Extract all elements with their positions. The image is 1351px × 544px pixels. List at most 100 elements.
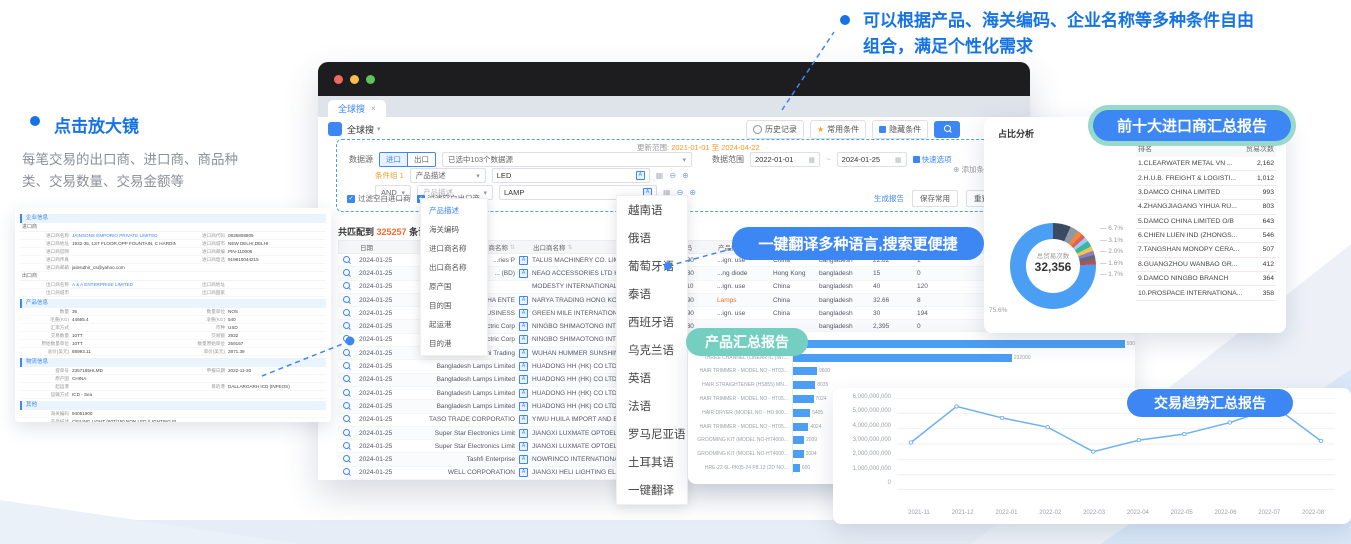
magnifier-icon[interactable] [338, 256, 356, 265]
translate-icon[interactable]: A [519, 468, 528, 477]
generate-report-link[interactable]: 生成报告 [874, 193, 904, 204]
cell-importer[interactable]: Bangladesh Lamps Limited [414, 390, 516, 397]
field-menu-item[interactable]: 目的港 [421, 334, 487, 353]
cell-importer[interactable]: WELL CORPORATION [414, 469, 516, 476]
translate-icon[interactable]: A [519, 415, 528, 424]
quick-options-link[interactable]: 快速选项 [913, 154, 952, 165]
field-menu-item[interactable]: 产品描述 [421, 201, 487, 220]
magnifier-icon[interactable] [338, 309, 356, 318]
magnifier-icon[interactable] [338, 296, 356, 305]
magnifier-icon[interactable] [338, 402, 356, 411]
magnifier-icon[interactable] [338, 389, 356, 398]
magnifier-icon[interactable] [338, 349, 356, 358]
magnifier-icon[interactable] [338, 362, 356, 371]
add-condition-icon[interactable]: ⊕ [682, 171, 689, 180]
cell-importer[interactable]: Bangladesh Lamps Limited [414, 363, 516, 370]
sort-icon[interactable]: ⇅ [510, 244, 515, 251]
filter-blank-importer-checkbox[interactable]: ✓ 过滤空白进口商 [347, 193, 411, 204]
translate-icon[interactable]: A [519, 296, 528, 305]
import-export-toggle[interactable]: 进口 出口 [379, 152, 436, 167]
bar[interactable] [793, 395, 814, 403]
field-menu-item[interactable]: 原产国 [421, 277, 487, 296]
date-to-input[interactable]: 2024-01-25 ▦ [837, 152, 907, 167]
bar[interactable] [793, 354, 1012, 362]
datasource-select[interactable]: 已选中103个数据源 ▾ [442, 152, 692, 167]
keyword-input-1[interactable]: LED A [492, 168, 650, 183]
magnifier-icon[interactable] [338, 429, 356, 438]
language-menu-item[interactable]: 一键翻译 [617, 476, 687, 504]
tab-close-icon[interactable]: × [371, 104, 376, 113]
field-menu-item[interactable]: 海关编码 [421, 220, 487, 239]
field-menu-item[interactable]: 起运港 [421, 315, 487, 334]
cell-importer[interactable]: TASO TRADE CORPORATIO [414, 416, 516, 423]
translate-icon[interactable]: A [519, 389, 528, 398]
language-menu-item[interactable]: 俄语 [617, 224, 687, 252]
bar[interactable] [793, 367, 817, 375]
language-menu-item[interactable]: 葡萄牙语 [617, 252, 687, 280]
magnifier-icon[interactable] [338, 269, 356, 278]
translate-icon[interactable]: A [519, 349, 528, 358]
translate-icon[interactable]: A [519, 309, 528, 318]
export-toggle[interactable]: 出口 [407, 153, 435, 166]
magnifier-icon[interactable] [338, 415, 356, 424]
favorites-button[interactable]: ★ 常用条件 [810, 120, 866, 139]
save-favorite-button[interactable]: 保存常用 [912, 190, 958, 207]
magnifier-icon[interactable] [338, 375, 356, 384]
date-from-input[interactable]: 2022-01-01 ▦ [750, 152, 820, 167]
magnifier-icon[interactable] [338, 468, 356, 477]
translate-icon[interactable]: A [519, 429, 528, 438]
translate-icon[interactable]: A [519, 335, 528, 344]
language-menu-item[interactable]: 英语 [617, 364, 687, 392]
magnifier-icon[interactable] [338, 442, 356, 451]
sort-icon[interactable]: ⇅ [568, 244, 573, 251]
translate-icon[interactable]: A [519, 455, 528, 464]
translate-icon[interactable]: A [519, 269, 528, 278]
grid-icon[interactable]: ▦ [656, 171, 664, 180]
magnifier-icon[interactable] [338, 455, 356, 464]
tab-global-search[interactable]: 全球搜 × [328, 100, 386, 117]
bar[interactable] [793, 340, 1125, 348]
magnifier-icon[interactable] [338, 335, 356, 344]
language-menu-item[interactable]: 法语 [617, 392, 687, 420]
field-menu-item[interactable]: 目的国 [421, 296, 487, 315]
field-menu-item[interactable]: 进口商名称 [421, 239, 487, 258]
search-button[interactable] [934, 121, 960, 138]
remove-condition-icon[interactable]: ⊖ [669, 171, 676, 180]
translate-icon[interactable]: A [519, 256, 528, 265]
bar[interactable] [793, 423, 808, 431]
hide-conditions-button[interactable]: 隐藏条件 [872, 120, 928, 139]
header-date[interactable]: 日期 [357, 242, 415, 252]
maximize-window-icon[interactable] [366, 75, 375, 84]
field-select-1[interactable]: 产品描述▾ [410, 168, 486, 183]
field-menu-item[interactable]: 出口商名称 [421, 258, 487, 277]
chevron-down-icon[interactable]: ▾ [377, 125, 381, 133]
translate-icon[interactable]: A [519, 375, 528, 384]
language-menu-item[interactable]: 西班牙语 [617, 308, 687, 336]
language-menu-item[interactable]: 越南语 [617, 196, 687, 224]
bar[interactable] [793, 409, 810, 417]
bar[interactable] [793, 381, 815, 389]
translate-icon[interactable]: A [519, 362, 528, 371]
translate-icon[interactable]: A [636, 171, 645, 180]
language-menu-item[interactable]: 土耳其语 [617, 448, 687, 476]
translate-icon[interactable]: A [519, 402, 528, 411]
translate-icon[interactable]: A [519, 322, 528, 331]
language-menu-item[interactable]: 乌克兰语 [617, 336, 687, 364]
magnifier-icon[interactable] [338, 282, 356, 291]
language-menu-item[interactable]: 罗马尼亚语 [617, 420, 687, 448]
cell-importer[interactable]: Bangladesh Lamps Limited [414, 403, 516, 410]
bar[interactable] [793, 464, 800, 472]
bar[interactable] [793, 450, 804, 458]
cell-importer[interactable]: Bangladesh Lamps Limited [414, 376, 516, 383]
close-window-icon[interactable] [334, 75, 343, 84]
bar[interactable] [793, 436, 804, 444]
minimize-window-icon[interactable] [350, 75, 359, 84]
cell-importer[interactable]: Tashfi Enterprise [414, 456, 516, 463]
translate-icon[interactable]: A [519, 442, 528, 451]
history-button[interactable]: 历史记录 [746, 120, 804, 139]
language-menu-item[interactable]: 泰语 [617, 280, 687, 308]
cell-importer[interactable]: Super Star Electronics Limit [414, 443, 516, 450]
import-toggle[interactable]: 进口 [380, 153, 407, 166]
cell-importer[interactable]: Super Star Electronics Limit [414, 430, 516, 437]
magnifier-icon[interactable] [338, 322, 356, 331]
